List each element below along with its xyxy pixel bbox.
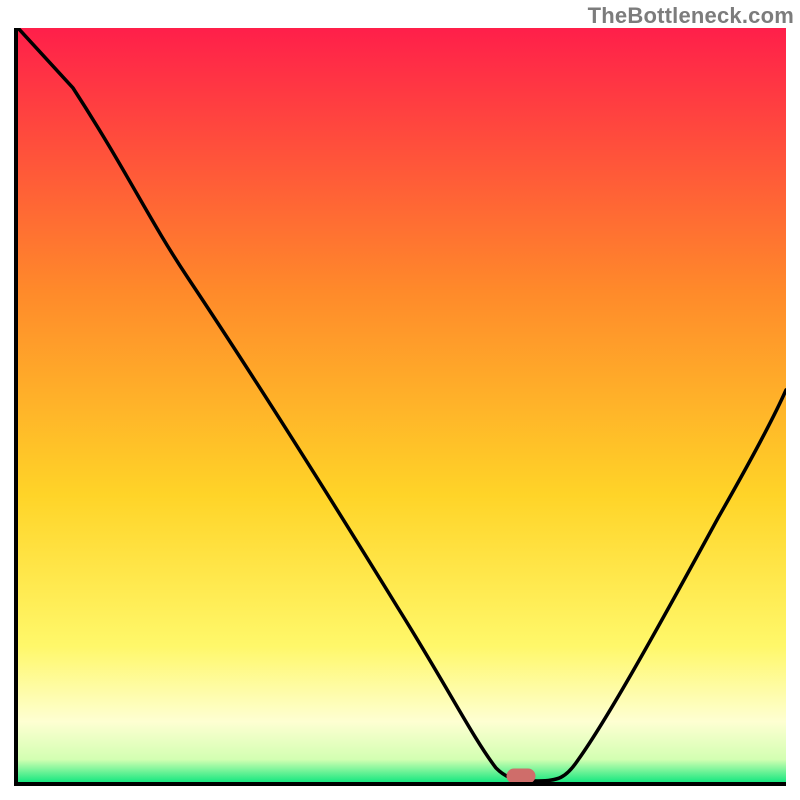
watermark-text: TheBottleneck.com: [588, 3, 794, 29]
optimal-point-marker: [507, 768, 536, 783]
chart-container: TheBottleneck.com: [0, 0, 800, 800]
plot-area: [14, 28, 786, 786]
bottleneck-curve: [18, 28, 786, 782]
curve-path: [18, 28, 786, 781]
